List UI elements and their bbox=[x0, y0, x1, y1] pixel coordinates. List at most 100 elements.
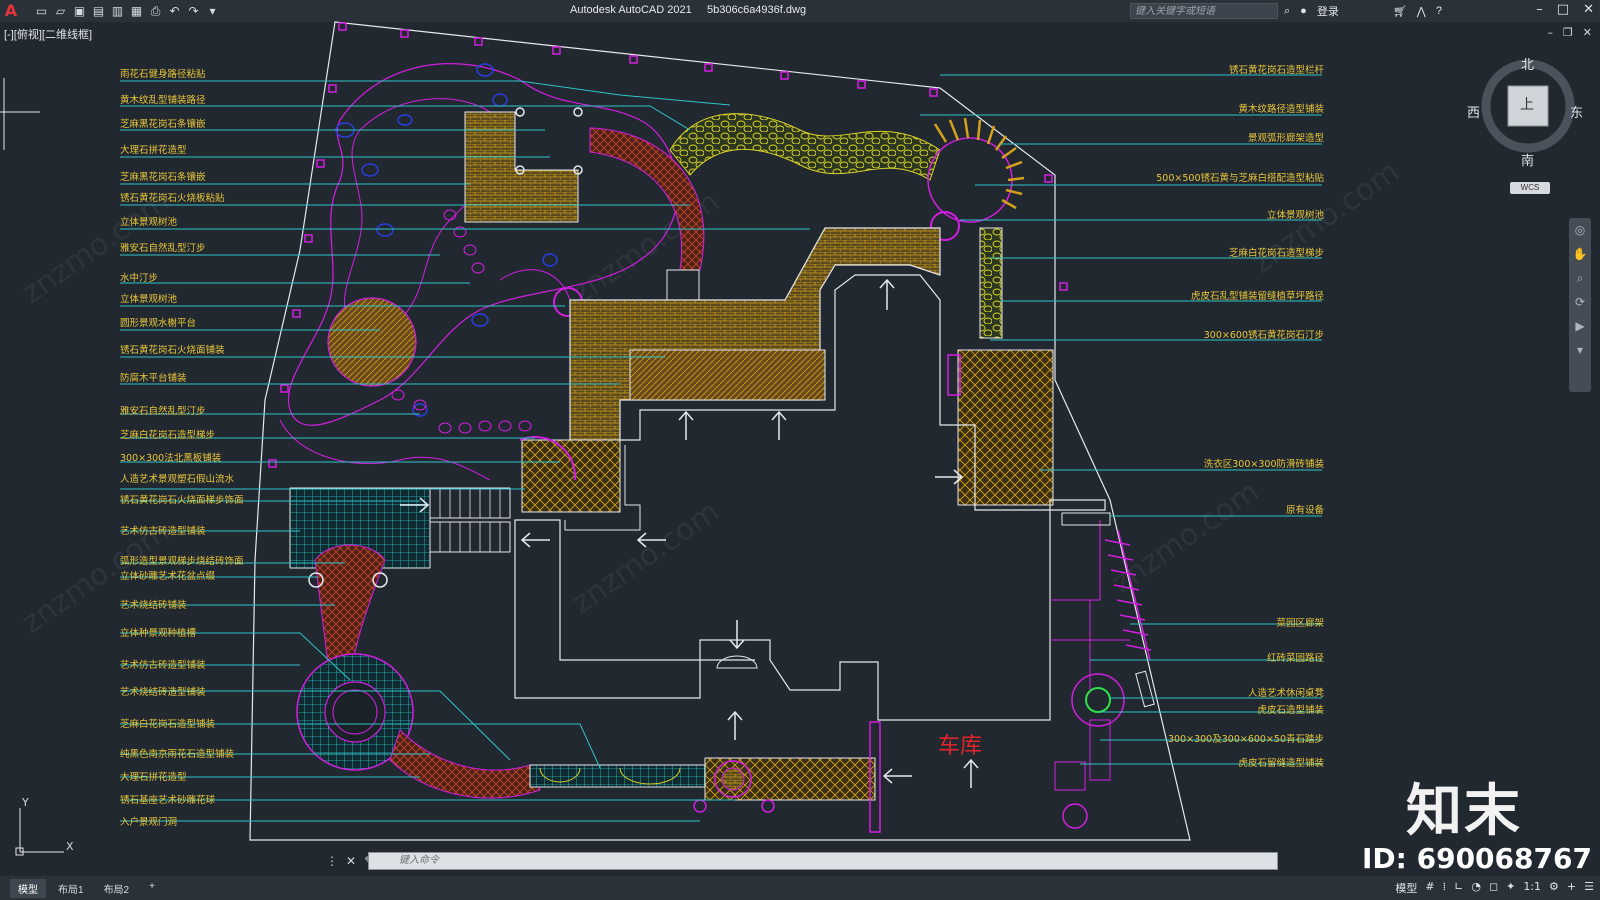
add-tab-button[interactable]: + bbox=[141, 879, 163, 898]
annotation-label: 纯黑色南京雨花石造型铺装 bbox=[120, 749, 235, 760]
watermark-brand: 知末 bbox=[1406, 779, 1522, 844]
plus-icon[interactable]: + bbox=[1567, 880, 1576, 896]
table-top bbox=[1085, 687, 1111, 713]
close-cmd-icon[interactable]: ✕ bbox=[346, 854, 356, 868]
compass-east[interactable]: 东 bbox=[1570, 102, 1583, 121]
status-tools: 模型 # ⁞ ∟ ◔ ◻ ✦ 1:1 ⚙ + ☰ bbox=[1395, 880, 1594, 896]
navigation-bar: ◎ ✋ ⌕ ⟳ ▶ ▾ bbox=[1569, 218, 1591, 392]
osnap-icon[interactable]: ◻ bbox=[1489, 880, 1498, 896]
annotation-label: 锈石黄花岗石造型栏杆 bbox=[1228, 65, 1324, 76]
layout-tabs: 模型 布局1 布局2 + bbox=[10, 879, 163, 898]
stair-lines bbox=[439, 488, 501, 552]
veg-paths bbox=[1050, 520, 1130, 690]
annotation-label: 洗衣区300×300防滑砖铺装 bbox=[1203, 459, 1324, 470]
garage-label: 车库 bbox=[938, 734, 983, 759]
steering-wheel-icon[interactable]: ◎ bbox=[1569, 218, 1591, 242]
viewcube-face[interactable]: 上 bbox=[1520, 94, 1534, 114]
settings-gear-icon[interactable]: ⚙ bbox=[1549, 880, 1559, 896]
annotation-label: 大理石拼花造型 bbox=[120, 772, 187, 783]
annotation-label: 红砖菜园路径 bbox=[1266, 653, 1324, 664]
annotation-label: 300×300及300×600×50青石踏步 bbox=[1168, 734, 1324, 745]
laundry-area bbox=[957, 349, 1054, 506]
annotation-label: 虎皮石留缝造型铺装 bbox=[1238, 758, 1324, 769]
annotation-label: 300×600锈石黄花岗石汀步 bbox=[1203, 330, 1324, 341]
annotation-icon[interactable]: ✦ bbox=[1506, 880, 1515, 896]
tab-layout1[interactable]: 布局1 bbox=[50, 879, 92, 898]
annotation-label: 弧形造型景观梯步烧结砖饰面 bbox=[120, 556, 244, 567]
pergola-circle bbox=[927, 137, 1013, 223]
entry-circle-inner bbox=[721, 767, 745, 791]
pan-icon[interactable]: ✋ bbox=[1569, 242, 1591, 266]
drawing-canvas[interactable] bbox=[0, 0, 1600, 900]
annotation-label: 艺术仿古砖造型铺装 bbox=[120, 526, 206, 537]
compass-south[interactable]: 南 bbox=[1521, 150, 1534, 169]
stone-steps bbox=[979, 227, 1003, 339]
entry-block bbox=[666, 269, 700, 303]
snap-icon[interactable]: ⁞ bbox=[1443, 880, 1447, 896]
tab-model[interactable]: 模型 bbox=[10, 879, 46, 898]
annotation-label: 原有设备 bbox=[1285, 505, 1324, 516]
annotation-label: 锈石基座艺术砂雕花球 bbox=[120, 795, 216, 806]
grip-icon[interactable]: ⋮ bbox=[326, 854, 338, 868]
annotation-label: 500×500锈石黄与芝麻白搭配造型粘贴 bbox=[1156, 173, 1324, 184]
customize-status-icon[interactable]: ☰ bbox=[1584, 880, 1594, 896]
annotation-label: 圆形景观水榭平台 bbox=[120, 318, 197, 329]
crosshair bbox=[0, 78, 40, 150]
annotation-label: 芝麻黑花岗石条镶嵌 bbox=[120, 119, 206, 130]
annotation-label: 立体景观树池 bbox=[1266, 210, 1324, 221]
annotation-label: 雨花石健身路径粘贴 bbox=[120, 69, 206, 80]
ucs-y-label: Y bbox=[22, 796, 29, 809]
watermark-id: ID: 690068767 bbox=[1362, 842, 1592, 875]
annotation-label: 菜园区廊架 bbox=[1276, 618, 1324, 629]
annotation-label: 立体景观树池 bbox=[120, 294, 178, 305]
annotation-label: 景观弧形廊架造型 bbox=[1247, 133, 1324, 144]
annotation-label: 锈石黄花岗石火烧面梯步饰面 bbox=[120, 495, 244, 506]
annotation-label: 立体景观树池 bbox=[120, 217, 178, 228]
annotation-label: 人造艺术景观塑石假山流水 bbox=[120, 474, 235, 485]
gate-post bbox=[761, 799, 775, 813]
command-line-tools: ⋮ ✕ ✎ bbox=[326, 854, 374, 868]
stone-stair-zone bbox=[521, 439, 621, 513]
stone-steps-right bbox=[1089, 719, 1111, 781]
tab-layout2[interactable]: 布局2 bbox=[96, 879, 138, 898]
pergola-slats bbox=[933, 117, 1025, 210]
nav-more-icon[interactable]: ▾ bbox=[1569, 338, 1591, 362]
showmotion-icon[interactable]: ▶ bbox=[1569, 314, 1591, 338]
ortho-icon[interactable]: ∟ bbox=[1454, 880, 1463, 896]
planter-strip bbox=[529, 764, 706, 788]
zoom-icon[interactable]: ⌕ bbox=[1569, 266, 1591, 290]
annotation-label: 虎皮石乱型铺装留缝植草坪路径 bbox=[1190, 291, 1324, 302]
annotation-label: 入户景观门洞 bbox=[120, 817, 178, 828]
stone-pavers bbox=[1054, 761, 1086, 791]
model-space-button[interactable]: 模型 bbox=[1395, 880, 1417, 896]
wcs-menu[interactable]: WCS bbox=[1510, 182, 1550, 194]
annotation-label: 芝麻白花岗石造型铺装 bbox=[120, 719, 216, 730]
ucs-icon bbox=[15, 808, 64, 856]
annotation-label: 艺术烧结砖铺装 bbox=[120, 600, 187, 611]
grid-icon[interactable]: # bbox=[1425, 880, 1434, 896]
orbit-icon[interactable]: ⟳ bbox=[1569, 290, 1591, 314]
annotation-label: 虎皮石造型铺装 bbox=[1257, 705, 1324, 716]
post-markers bbox=[515, 107, 583, 175]
scale-button[interactable]: 1:1 bbox=[1523, 880, 1541, 896]
annotation-label: 锈石黄花岗石火烧面铺装 bbox=[120, 345, 225, 356]
annotation-label: 芝麻黑花岗石条镶嵌 bbox=[120, 172, 206, 183]
compass-north[interactable]: 北 bbox=[1521, 54, 1534, 73]
annotation-label: 人造艺术休闲桌凳 bbox=[1247, 688, 1324, 699]
annotation-label: 芝麻白花岗石造型梯步 bbox=[1228, 248, 1324, 259]
command-input[interactable]: 键入命令 bbox=[368, 852, 1278, 870]
annotation-label: 水中汀步 bbox=[120, 273, 159, 284]
annotation-label: 300×300法北黑板铺装 bbox=[120, 453, 222, 464]
polar-icon[interactable]: ◔ bbox=[1471, 880, 1481, 896]
corner-planter bbox=[1062, 803, 1088, 829]
status-bar bbox=[0, 876, 1600, 900]
compass-west[interactable]: 西 bbox=[1467, 102, 1480, 121]
annotation-label: 芝麻白花岗石造型梯步 bbox=[120, 430, 216, 441]
ucs-x-label: X bbox=[66, 840, 74, 853]
annotation-label: 艺术仿古砖造型铺装 bbox=[120, 660, 206, 671]
existing-equipment bbox=[1061, 512, 1111, 526]
annotation-label: 立体种景观种植槽 bbox=[120, 628, 197, 639]
annotation-label: 艺术烧结砖造型铺装 bbox=[120, 687, 206, 698]
annotation-label: 雅安石自然乱型汀步 bbox=[120, 406, 206, 417]
main-terrace bbox=[569, 227, 941, 441]
